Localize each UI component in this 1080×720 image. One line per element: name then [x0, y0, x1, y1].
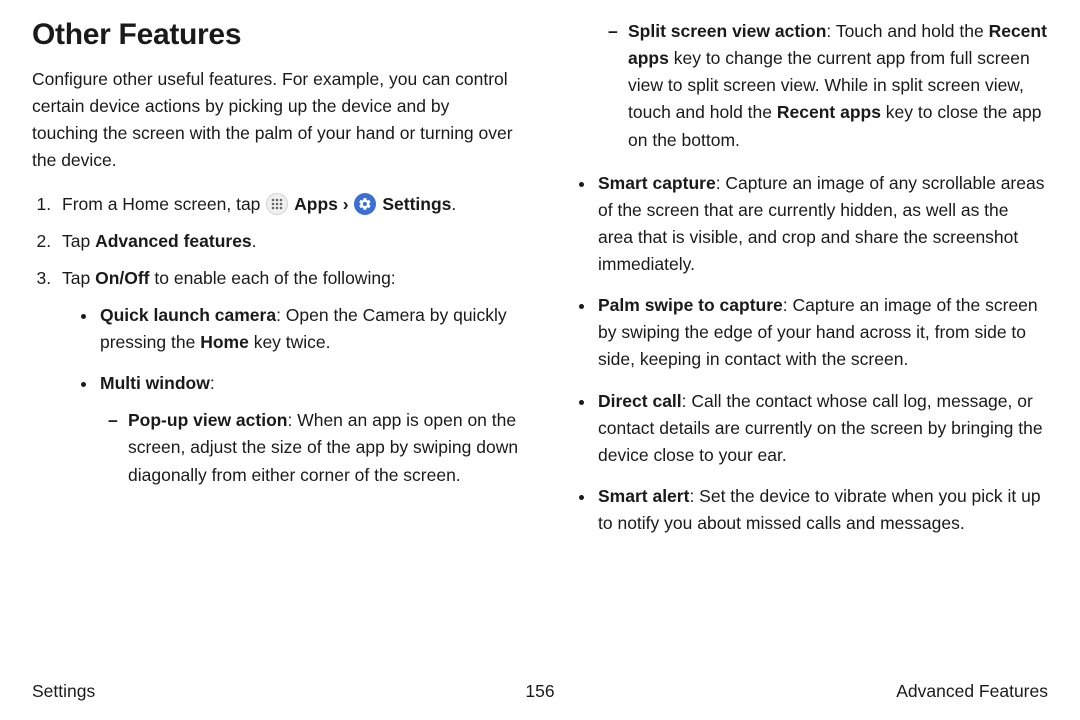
step3-bold: On/Off: [95, 268, 149, 288]
bullet-smart-capture: Smart capture: Capture an image of any s…: [596, 170, 1048, 279]
bullet-quick-launch: Quick launch camera: Open the Camera by …: [98, 302, 520, 356]
intro-paragraph: Configure other useful features. For exa…: [32, 66, 520, 175]
step2-suffix: .: [252, 231, 257, 251]
page-title: Other Features: [32, 18, 520, 52]
step2-bold: Advanced features: [95, 231, 252, 251]
bullet-smart-alert: Smart alert: Set the device to vibrate w…: [596, 483, 1048, 537]
step1-prefix: From a Home screen, tap: [62, 194, 265, 214]
step1-suffix: .: [451, 194, 456, 214]
steps-list: From a Home screen, tap Apps › Settings.…: [32, 191, 520, 489]
split-body1: : Touch and hold the: [826, 21, 988, 41]
feature-bullets-left: Quick launch camera: Open the Camera by …: [62, 302, 520, 489]
quick-launch-title: Quick launch camera: [100, 305, 276, 325]
multi-window-colon: :: [210, 373, 215, 393]
step-2: Tap Advanced features.: [56, 228, 520, 255]
step1-settings: Settings: [382, 194, 451, 214]
step-1: From a Home screen, tap Apps › Settings.: [56, 191, 520, 218]
step1-apps: Apps: [294, 194, 338, 214]
step3-suffix: to enable each of the following:: [150, 268, 396, 288]
bullet-direct-call: Direct call: Call the contact whose call…: [596, 388, 1048, 469]
apps-icon: [266, 193, 288, 215]
dash-split: Split screen view action: Touch and hold…: [626, 18, 1048, 154]
bullet-palm-swipe: Palm swipe to capture: Capture an image …: [596, 292, 1048, 373]
feature-bullets-right: Smart capture: Capture an image of any s…: [560, 170, 1048, 538]
multi-window-sublist: Pop-up view action: When an app is open …: [100, 407, 520, 488]
palm-swipe-title: Palm swipe to capture: [598, 295, 783, 315]
home-key: Home: [200, 332, 249, 352]
step2-prefix: Tap: [62, 231, 95, 251]
page-footer: Settings 156 Advanced Features: [32, 681, 1048, 702]
recent-apps-2: Recent apps: [777, 102, 881, 122]
smart-capture-title: Smart capture: [598, 173, 716, 193]
bullet-multi-window: Multi window: Pop-up view action: When a…: [98, 370, 520, 489]
popup-title: Pop-up view action: [128, 410, 287, 430]
dash-popup: Pop-up view action: When an app is open …: [126, 407, 520, 488]
step-3: Tap On/Off to enable each of the followi…: [56, 265, 520, 489]
chevron-right-icon: ›: [343, 194, 349, 214]
footer-left: Settings: [32, 681, 95, 702]
footer-right: Advanced Features: [896, 681, 1048, 702]
step3-prefix: Tap: [62, 268, 95, 288]
split-title: Split screen view action: [628, 21, 826, 41]
quick-launch-body2: key twice.: [249, 332, 331, 352]
multi-window-title: Multi window: [100, 373, 210, 393]
multi-window-sublist-cont: Split screen view action: Touch and hold…: [560, 18, 1048, 154]
smart-alert-title: Smart alert: [598, 486, 689, 506]
footer-page-number: 156: [525, 681, 554, 702]
settings-icon: [354, 193, 376, 215]
direct-call-title: Direct call: [598, 391, 682, 411]
